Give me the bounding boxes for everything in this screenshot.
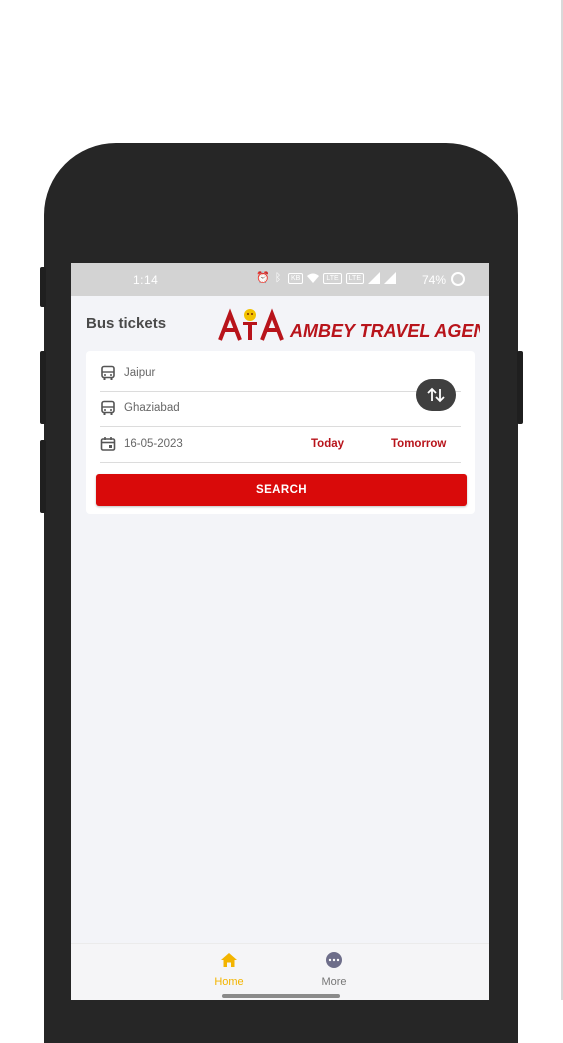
bus-icon [100,365,116,381]
from-city: Jaipur [124,367,156,379]
svg-text:AMBEY TRAVEL AGENCY: AMBEY TRAVEL AGENCY [289,321,480,341]
signal-icon [368,272,380,284]
home-icon [221,953,237,967]
battery-icon [451,272,465,286]
to-field[interactable]: Ghaziabad [100,392,461,427]
wifi-icon [307,272,320,284]
bluetooth-icon: ᛒ [274,272,282,284]
tomorrow-button[interactable]: Tomorrow [391,438,446,450]
date-field[interactable]: 16-05-2023 Today Tomorrow [100,428,461,463]
nav-home-label: Home [214,976,244,988]
page-title: Bus tickets [86,315,167,332]
nav-more[interactable]: More [304,952,364,988]
data-speed-icon: KB [288,272,304,284]
volte-icon: LTE [323,272,342,284]
signal-icon-2 [384,272,396,284]
phone-power-button [517,351,523,424]
more-icon [326,952,342,968]
to-city: Ghaziabad [124,402,180,414]
travel-date: 16-05-2023 [124,438,183,450]
bus-destination-icon [100,400,116,416]
today-button[interactable]: Today [311,438,344,450]
swap-icon [427,387,445,403]
brand-logo: AMBEY TRAVEL AGENCY [218,308,489,342]
nav-home[interactable]: Home [199,952,259,988]
calendar-icon [100,436,116,452]
header: Bus tickets AMBEY TRAVEL AGENCY [71,296,489,348]
search-button[interactable]: SEARCH [96,474,467,506]
alarm-icon: ⏰ [256,272,270,284]
from-field[interactable]: Jaipur [100,357,461,392]
phone-side-button [40,267,46,307]
home-indicator [222,994,340,998]
phone-side-button [40,351,46,424]
phone-side-button [40,440,46,513]
status-icons: ⏰ ᛒ KB LTE LTE [256,272,396,284]
swap-cities-button[interactable] [416,379,456,411]
status-bar: 1:14 ⏰ ᛒ KB LTE LTE 74% [71,263,489,296]
status-time: 1:14 [133,273,159,287]
app-screen: 1:14 ⏰ ᛒ KB LTE LTE 74% Bus tickets AMBE… [71,263,489,1000]
volte-icon-2: LTE [345,272,364,284]
bottom-navigation: Home More [71,943,489,1000]
nav-more-label: More [321,976,347,988]
bus-search-card: Jaipur Ghaziabad 16-05-2023 Today Tomorr… [86,351,475,514]
battery-percent: 74% [422,273,447,287]
